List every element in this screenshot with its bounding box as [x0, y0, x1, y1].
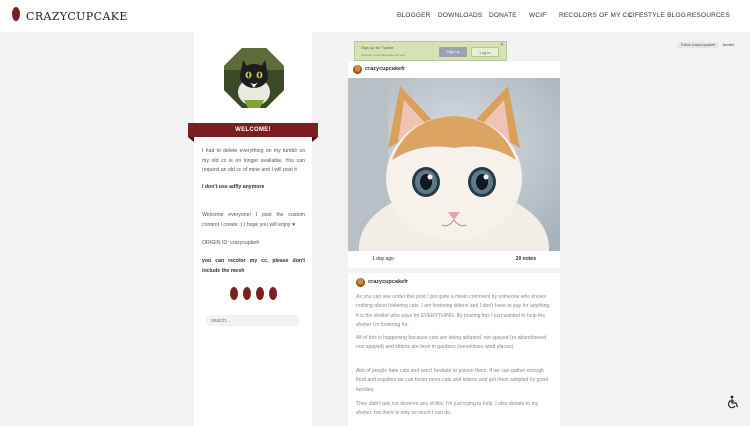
- welcome-banner: WELCOME!: [188, 123, 318, 142]
- sidebar: WELCOME! I had to delete everything on m…: [188, 32, 318, 426]
- post-notes[interactable]: 20 notes: [516, 256, 536, 262]
- nav-blogger[interactable]: BLOGGER: [397, 12, 431, 19]
- photo-post: crazycupcakefr 1 day ago 20 notes: [348, 61, 560, 268]
- tumblr-link[interactable]: tumblr: [723, 42, 734, 47]
- nav-recolors[interactable]: RECOLORS OF MY CC: [559, 12, 632, 19]
- accessibility-icon[interactable]: [726, 395, 740, 409]
- follow-button[interactable]: Follow crazycupcakefr: [678, 42, 718, 48]
- post-paragraph: Alot of people hate cats and won't hesit…: [356, 368, 548, 393]
- post-paragraph: As you can see under this post I got qui…: [356, 294, 551, 329]
- sidebar-adfly-text: I don't use adfly anymore: [202, 184, 265, 190]
- decorative-ovals: [230, 287, 280, 301]
- search-input[interactable]: [206, 315, 300, 326]
- post-paragraph: They didn't ask nor deserve any of this.…: [356, 401, 539, 417]
- post-username[interactable]: crazycupcakefr: [365, 66, 405, 72]
- text-post: crazycupcakefr As you can see under this…: [348, 273, 560, 426]
- nav-wcif[interactable]: WCIF: [529, 12, 546, 19]
- oval-icon: [256, 287, 264, 300]
- oval-icon: [243, 287, 251, 300]
- login-button[interactable]: Log in: [471, 47, 499, 57]
- user-avatar[interactable]: [353, 65, 362, 74]
- oval-icon: [230, 287, 238, 300]
- signup-title: Sign up for Tumblr: [361, 45, 394, 50]
- nav-downloads[interactable]: DOWNLOADS: [438, 12, 482, 19]
- nav-resources[interactable]: RESOURCES: [687, 12, 730, 19]
- signup-button[interactable]: Sign up: [439, 47, 467, 57]
- sidebar-notice-text: I had to delete everything on my tumblr …: [202, 148, 305, 173]
- post-time[interactable]: 1 day ago: [372, 256, 394, 262]
- post-username[interactable]: crazycupcakefr: [368, 279, 408, 285]
- post-paragraph: All of this is happening because cats ar…: [356, 335, 547, 351]
- nav-lifestyle-blog[interactable]: LIFESTYLE BLOG: [629, 12, 686, 19]
- cat-avatar-icon: [224, 48, 284, 108]
- kitten-photo[interactable]: [348, 78, 560, 251]
- user-avatar[interactable]: [356, 278, 365, 287]
- sidebar-welcome-text: Welcome everyone! I post the custom cont…: [202, 212, 305, 228]
- nav-donate[interactable]: DONATE: [489, 12, 517, 19]
- kitten-image: [348, 78, 560, 251]
- oval-icon: [269, 287, 277, 300]
- signup-subtitle: Discover more blogs like this one.: [361, 53, 406, 57]
- main-nav: BLOGGER DOWNLOADS DONATE WCIF RECOLORS O…: [0, 12, 750, 22]
- sidebar-origin-id: ORIGIN ID: crazycupkefr: [202, 240, 260, 246]
- close-icon[interactable]: ✕: [500, 42, 504, 48]
- sidebar-recolor-text: you can recolor my cc, please don't incl…: [202, 258, 305, 274]
- top-navigation-bar: CRAZYCUPCAKE BLOGGER DOWNLOADS DONATE WC…: [0, 0, 750, 32]
- blog-avatar[interactable]: [224, 48, 284, 108]
- tumblr-signup-banner: Sign up for Tumblr Discover more blogs l…: [354, 41, 507, 61]
